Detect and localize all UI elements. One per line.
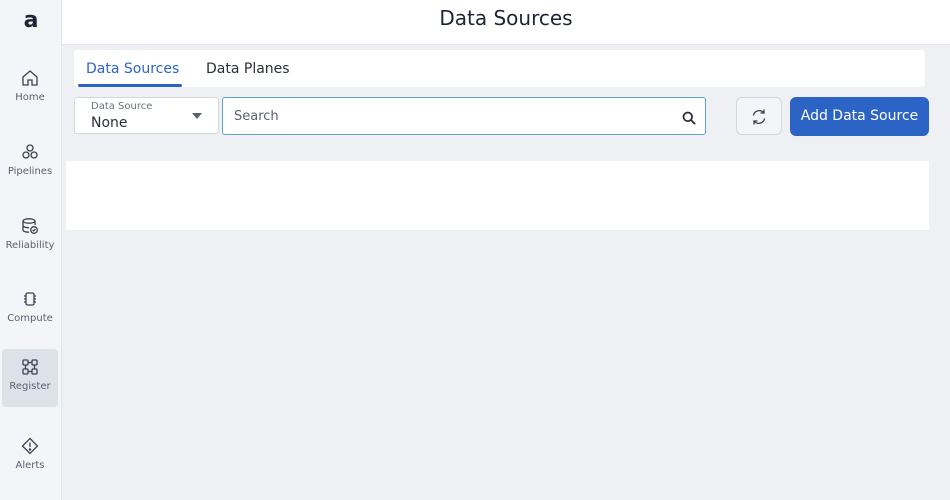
page-header: Data Sources — [62, 0, 950, 45]
alert-icon — [21, 437, 39, 455]
reliability-icon — [22, 218, 38, 234]
home-icon — [22, 70, 38, 86]
search-icon[interactable] — [682, 111, 696, 125]
sidebar-item-pipelines[interactable]: Pipelines — [2, 134, 58, 192]
add-data-source-button[interactable]: Add Data Source — [790, 97, 929, 136]
tab-data-planes[interactable]: Data Planes — [198, 50, 298, 87]
caret-down-icon — [192, 113, 202, 119]
sidebar-item-label: Register — [9, 381, 51, 392]
sidebar-item-register[interactable]: Register — [2, 349, 58, 407]
app-logo[interactable]: a — [18, 9, 44, 35]
search-box — [222, 97, 706, 135]
sidebar-item-label: Pipelines — [7, 166, 53, 177]
sidebar-item-label: Home — [15, 92, 45, 103]
compute-icon — [24, 292, 36, 306]
sidebar-item-reliability[interactable]: Reliability — [2, 208, 58, 266]
search-input[interactable] — [234, 106, 664, 126]
data-source-select-value: None — [91, 115, 128, 131]
data-source-select-label: Data Source — [91, 101, 153, 112]
page-title: Data Sources — [439, 6, 573, 30]
tab-bar: Data Sources Data Planes — [74, 50, 925, 87]
sidebar-item-compute[interactable]: Compute — [2, 281, 58, 339]
sidebar-item-label: Reliability — [5, 240, 55, 251]
active-tab-indicator — [78, 84, 182, 87]
tab-data-sources[interactable]: Data Sources — [78, 50, 187, 87]
data-sources-list — [66, 161, 929, 230]
refresh-button[interactable] — [736, 97, 782, 135]
sidebar-item-home[interactable]: Home — [2, 60, 58, 118]
sidebar-item-label: Compute — [7, 313, 53, 324]
refresh-icon — [752, 109, 766, 125]
sidebar: a Home Pipelines Reliability Compute Reg… — [0, 0, 62, 500]
register-icon — [22, 359, 38, 375]
pipelines-icon — [22, 144, 38, 159]
data-source-select[interactable]: Data Source None — [74, 97, 219, 134]
sidebar-item-alerts[interactable]: Alerts — [2, 428, 58, 486]
sidebar-item-label: Alerts — [15, 460, 45, 471]
